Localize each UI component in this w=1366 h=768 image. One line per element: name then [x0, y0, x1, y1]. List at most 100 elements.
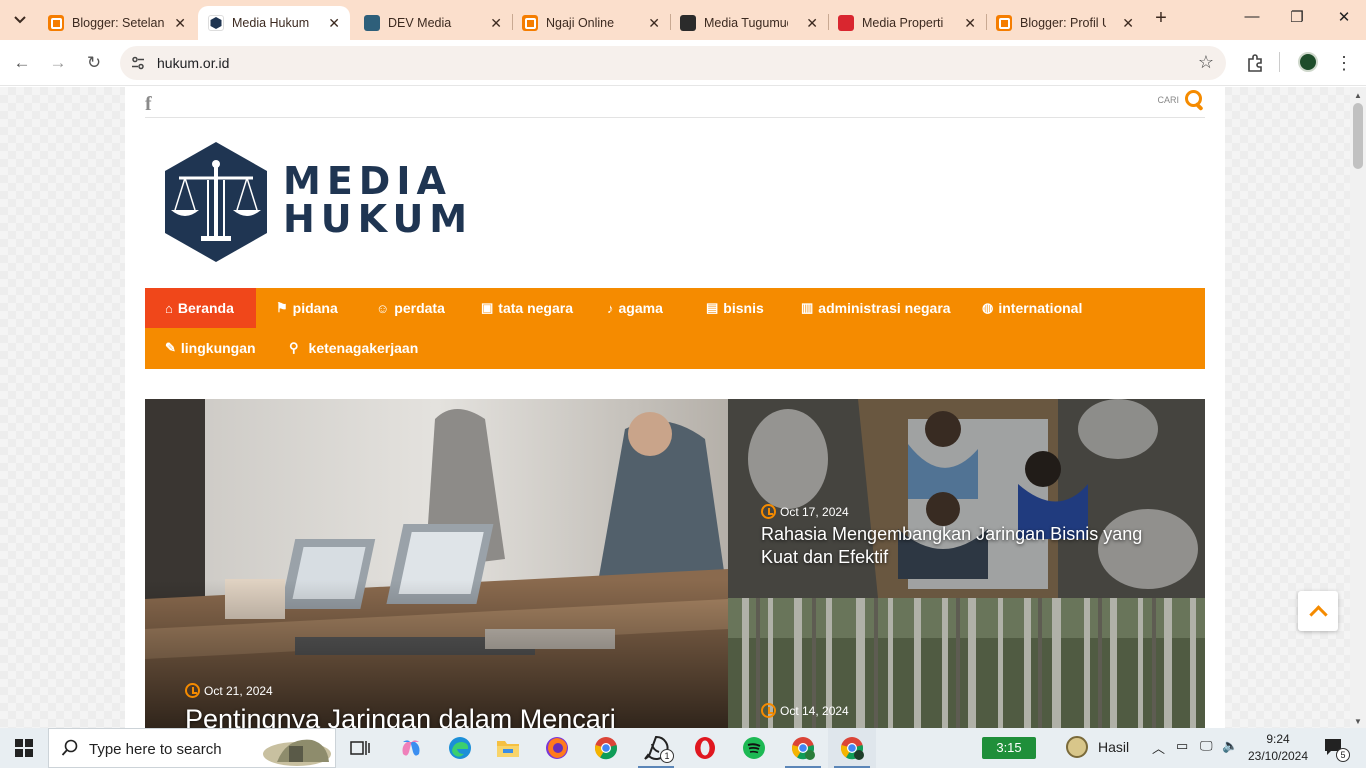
chrome-profile-icon[interactable] [779, 728, 827, 768]
tab-media-tugumuda[interactable]: Media Tugumuda ✕ [670, 6, 828, 40]
nav-label: agama [618, 300, 663, 316]
nav-label: tata negara [498, 300, 573, 316]
tab-title: Ngaji Online [546, 16, 615, 30]
globe-icon: ◍ [982, 300, 994, 315]
page-scrollbar[interactable]: ▲ ▼ [1350, 87, 1366, 728]
tab-close-icon[interactable]: ✕ [328, 15, 340, 32]
dev-media-icon [364, 15, 380, 31]
windows-start-button[interactable] [0, 728, 48, 768]
restore-icon[interactable]: ❐ [1285, 8, 1309, 32]
battery-icon[interactable]: ▭ [1176, 738, 1188, 754]
perdata-icon: ☺ [376, 300, 390, 316]
nav-item-ketenagakerjaan[interactable]: ⚲ ketenagakerjaan [269, 328, 438, 368]
spotify-icon[interactable] [730, 728, 778, 768]
pidana-icon: ⚑ [276, 300, 288, 315]
chrome-icon[interactable] [582, 728, 630, 768]
new-tab-button[interactable]: + [1150, 8, 1172, 30]
browser-toolbar: ← → ↻ hukum.or.id ☆ ⋮ [0, 40, 1366, 86]
nav-item-pidana[interactable]: ⚑ pidana [256, 288, 358, 328]
task-view-icon[interactable] [336, 728, 384, 768]
chrome-active-icon[interactable] [828, 728, 876, 768]
nav-item-international[interactable]: ◍ international [962, 288, 1102, 328]
facebook-icon[interactable]: f [145, 93, 152, 116]
site-settings-icon[interactable] [130, 55, 146, 71]
file-explorer-icon[interactable] [484, 728, 532, 768]
nav-item-bisnis[interactable]: ▤ bisnis [686, 288, 784, 328]
blogger-icon [522, 15, 538, 31]
featured-post-top-right[interactable]: Oct 17, 2024 Rahasia Mengembangkan Jarin… [728, 399, 1205, 598]
nav-label: Beranda [177, 300, 234, 316]
tab-blogger-profil[interactable]: Blogger: Profil U ✕ [986, 6, 1144, 40]
properti-icon [838, 15, 854, 31]
opera-icon[interactable] [681, 728, 729, 768]
nav-item-agama[interactable]: ♪ agama [587, 288, 683, 328]
close-window-icon[interactable]: ✕ [1332, 8, 1356, 32]
tab-close-icon[interactable]: ✕ [964, 15, 976, 32]
battery-timer-widget[interactable]: 3:15 [982, 737, 1036, 759]
tab-ngaji-online[interactable]: Ngaji Online ✕ [512, 6, 670, 40]
nav-item-perdata[interactable]: ☺ perdata [356, 288, 465, 328]
profile-avatar[interactable] [1298, 52, 1318, 72]
tab-close-icon[interactable]: ✕ [1122, 15, 1134, 32]
tab-close-icon[interactable]: ✕ [174, 15, 186, 32]
tab-close-icon[interactable]: ✕ [648, 15, 660, 32]
clock-time: 9:24 [1266, 732, 1290, 746]
site-logo[interactable]: MEDIA HUKUM [161, 140, 467, 264]
notification-center-icon[interactable]: 5 [1324, 738, 1350, 762]
scrollbar-thumb[interactable] [1353, 103, 1363, 169]
scroll-to-top-button[interactable] [1298, 591, 1338, 631]
featured-post-bottom-right[interactable]: Oct 14, 2024 [728, 598, 1205, 728]
address-bar[interactable]: hukum.or.id ☆ [120, 46, 1226, 80]
nav-item-tata-negara[interactable]: ▣ tata negara [461, 288, 593, 328]
tab-title: DEV Media [388, 16, 452, 30]
nav-item-beranda[interactable]: ⌂ Beranda [145, 288, 256, 328]
search-toggle[interactable]: CARI [1157, 89, 1205, 111]
back-icon[interactable]: ← [9, 50, 35, 76]
whatsapp-badge: 1 [660, 749, 674, 763]
post-meta: Oct 14, 2024 [761, 703, 849, 718]
firefox-icon[interactable] [533, 728, 581, 768]
nav-label: international [998, 300, 1083, 316]
whatsapp-icon[interactable]: 1 [632, 728, 680, 768]
top-bar: f CARI [145, 87, 1205, 118]
edge-browser-icon[interactable] [436, 728, 484, 768]
volume-icon[interactable]: 🔈 [1222, 738, 1238, 754]
nav-label: pidana [292, 300, 338, 316]
tab-close-icon[interactable]: ✕ [806, 15, 818, 32]
featured-post-main[interactable]: Oct 21, 2024 Pentingnya Jaringan dalam M… [145, 399, 728, 728]
nav-item-lingkungan[interactable]: ✎ lingkungan [145, 328, 276, 368]
logo-line-media: MEDIA [283, 159, 452, 203]
system-clock[interactable]: 9:24 23/10/2024 [1246, 731, 1310, 765]
search-icon [1183, 89, 1205, 111]
bookmark-star-icon[interactable]: ☆ [1198, 52, 1214, 73]
tab-blogger-setelan[interactable]: Blogger: Setelan ✕ [38, 6, 196, 40]
tray-chevron-up-icon[interactable]: ︿ [1152, 738, 1165, 757]
chevron-down-icon [14, 16, 26, 24]
forward-icon[interactable]: → [45, 50, 71, 76]
tab-media-hukum[interactable]: Media Hukum ✕ [198, 6, 350, 40]
minimize-icon[interactable]: — [1240, 8, 1264, 32]
lock-icon: ▥ [801, 300, 814, 315]
scales-of-justice-icon [165, 142, 267, 262]
tab-divider [828, 14, 829, 30]
tab-media-properti[interactable]: Media Properti ✕ [828, 6, 986, 40]
clock-icon [185, 683, 200, 698]
tab-search-button[interactable] [6, 6, 34, 34]
nav-label: lingkungan [180, 340, 256, 356]
nav-item-administrasi-negara[interactable]: ▥ administrasi negara [781, 288, 971, 328]
reload-icon[interactable]: ↻ [81, 50, 107, 76]
nav-label: bisnis [723, 300, 764, 316]
taskbar-search-box[interactable]: Type here to search [48, 728, 336, 768]
windows-logo-icon [15, 739, 33, 757]
leaf-icon: ✎ [165, 340, 176, 355]
weather-widget[interactable]: Hasil [1066, 736, 1129, 758]
tab-close-icon[interactable]: ✕ [490, 15, 502, 32]
extensions-icon[interactable] [1244, 52, 1266, 74]
scroll-up-arrow-icon[interactable]: ▲ [1354, 91, 1362, 100]
menu-kebab-icon[interactable]: ⋮ [1333, 52, 1355, 74]
tab-dev-media[interactable]: DEV Media ✕ [354, 6, 512, 40]
copilot-icon[interactable] [387, 728, 435, 768]
network-icon[interactable]: 🖵 [1200, 738, 1213, 754]
notification-count: 5 [1336, 748, 1350, 762]
scroll-down-arrow-icon[interactable]: ▼ [1354, 717, 1362, 726]
